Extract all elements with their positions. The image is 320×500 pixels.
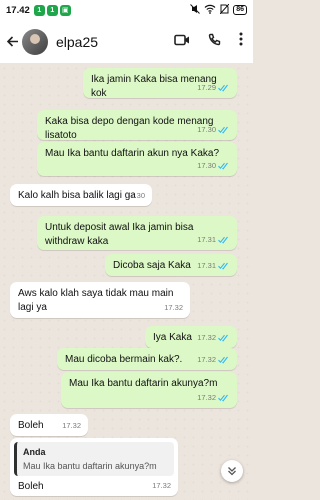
no-sim-icon [219,3,230,17]
message-text: Mau Ika bantu daftarin akunya?m [69,378,218,389]
message-text: Aws kalo klah saya tidak mau main lagi y… [18,288,174,313]
message-text: Kaka bisa depo dengan kode menang lisato… [45,116,214,141]
message-text: Iya Kaka [153,332,192,343]
read-ticks-icon [218,334,228,342]
read-ticks-icon [218,162,228,170]
outgoing-message[interactable]: Mau Ika bantu daftarin akunya?m 17.32 [61,372,237,408]
outgoing-message[interactable]: Iya Kaka 17.32 [145,326,237,348]
read-ticks-icon [218,356,228,364]
outgoing-message[interactable]: Dicoba saja Kaka 17.31 [105,254,237,276]
message-time: 17.29 [197,83,216,92]
message-text: Mau dicoba bermain kak?. [65,354,183,365]
mute-icon [190,3,201,17]
battery-icon: 86 [233,5,247,15]
outgoing-message[interactable]: Ika jamin Kaka bisa menang kok 17.29 [83,68,237,99]
message-time: 17.31 [197,261,216,270]
avatar[interactable] [22,28,48,55]
outgoing-message[interactable]: Mau Ika bantu daftarin akun nya Kaka? 17… [37,142,237,176]
message-text: Dicoba saja Kaka [113,260,191,271]
outgoing-message[interactable]: Kaka bisa depo dengan kode menang lisato… [37,110,237,141]
status-bar: 17.42 1 1 ▣ 86 [0,0,253,20]
message-text: Kalo kalh bisa balik lagi ga [18,190,136,201]
message-time: 17.32 [62,421,81,430]
message-time: 17.30 [197,125,216,134]
status-time: 17.42 [6,4,30,16]
notification-badge: ▣ [59,4,71,16]
chat-area[interactable]: Ika jamin Kaka bisa menang kok 17.29 Kak… [0,64,253,500]
message-time: 17.32 [164,303,183,312]
quote-author: Anda [23,447,46,457]
outgoing-message[interactable]: Untuk deposit awal Ika jamin bisa withdr… [37,216,237,250]
message-text: Boleh [18,420,44,431]
message-text: Boleh [18,481,44,492]
read-ticks-icon [218,126,228,134]
back-arrow-icon[interactable] [6,32,20,52]
read-ticks-icon [218,394,228,402]
message-time: 17.32 [197,333,216,342]
incoming-reply-message[interactable]: Anda Mau Ika bantu daftarin akunya?m Bol… [10,438,178,496]
phone-icon[interactable] [208,33,221,51]
double-chevron-down-icon [228,467,236,476]
more-vertical-icon[interactable] [239,32,243,51]
scroll-down-button[interactable] [221,460,243,482]
wifi-icon [204,4,216,17]
outgoing-message[interactable]: Mau dicoba bermain kak?. 17.32 [57,348,237,370]
quoted-message[interactable]: Anda Mau Ika bantu daftarin akunya?m [14,442,174,476]
message-time: 17.30 [126,191,145,200]
incoming-message[interactable]: Boleh 17.32 [10,414,88,436]
notification-badge: 1 [46,4,58,16]
read-ticks-icon [218,262,228,270]
message-time: 17.32 [197,355,216,364]
read-ticks-icon [218,236,228,244]
message-time: 17.30 [197,161,216,170]
incoming-message[interactable]: Kalo kalh bisa balik lagi ga 17.30 [10,184,152,206]
read-ticks-icon [218,84,228,92]
notification-badge: 1 [33,4,45,16]
message-time: 17.32 [152,481,171,490]
video-call-icon[interactable] [174,33,190,51]
contact-name[interactable]: elpa25 [56,34,98,50]
chat-header: elpa25 [0,20,253,64]
incoming-message[interactable]: Aws kalo klah saya tidak mau main lagi y… [10,282,190,318]
quote-text: Mau Ika bantu daftarin akunya?m [23,461,157,471]
message-time: 17.32 [197,393,216,402]
message-time: 17.31 [197,235,216,244]
